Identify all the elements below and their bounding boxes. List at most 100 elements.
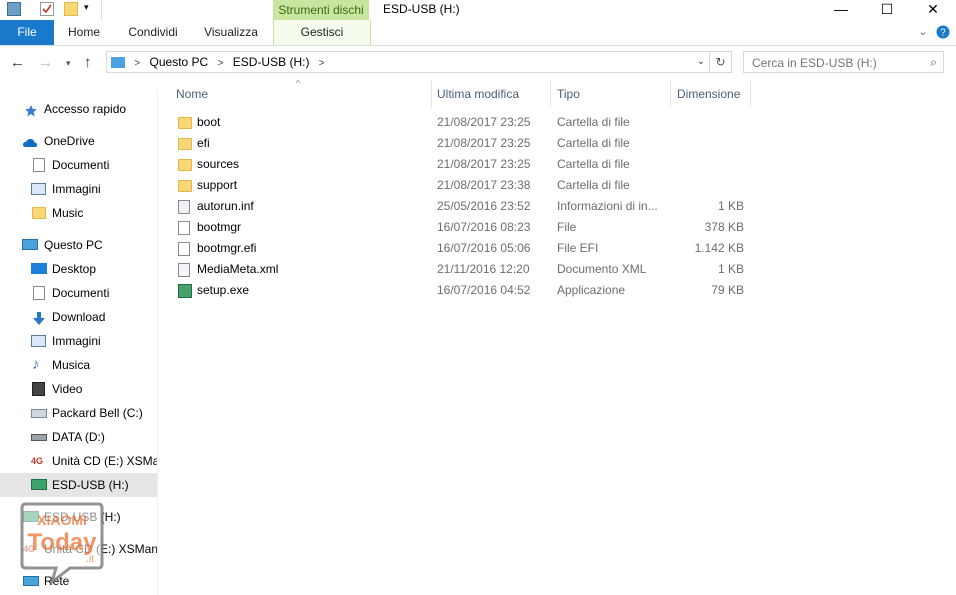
file-modified: 16/07/2016 04:52 — [437, 283, 531, 297]
file-size: 1 KB — [717, 199, 744, 213]
file-modified: 21/08/2017 23:25 — [437, 136, 531, 150]
folder-icon — [32, 207, 46, 219]
star-icon — [24, 102, 38, 117]
column-header-size[interactable]: Dimensione — [671, 80, 751, 108]
xml-file-icon — [178, 263, 190, 277]
file-type: File EFI — [557, 241, 599, 255]
tab-condividi[interactable]: Condividi — [120, 20, 186, 45]
watermark-text-3: .it — [86, 554, 94, 565]
file-modified: 21/08/2017 23:25 — [437, 157, 531, 171]
refresh-button[interactable]: ↻ — [710, 51, 732, 73]
nav-item-quick-access[interactable]: Accesso rapido — [0, 97, 157, 121]
file-row[interactable]: bootmgr.efi 16/07/2016 05:06 File EFI 1.142… — [170, 238, 760, 259]
close-button[interactable]: ✕ — [910, 0, 956, 20]
file-name: efi — [197, 136, 210, 150]
file-modified: 25/05/2016 23:52 — [437, 199, 531, 213]
file-modified: 21/11/2016 12:20 — [437, 262, 530, 276]
search-input[interactable] — [744, 52, 929, 74]
file-row[interactable]: efi 21/08/2017 23:25 Cartella di file — [170, 133, 760, 154]
file-row[interactable]: setup.exe 16/07/2016 04:52 Applicazione 79 … — [170, 280, 760, 301]
address-dropdown-icon[interactable]: ⌄ — [697, 52, 705, 72]
back-arrow-icon[interactable]: ← — [10, 54, 25, 71]
up-arrow-icon[interactable]: ↑ — [84, 54, 92, 71]
file-modified: 21/08/2017 23:25 — [437, 115, 531, 129]
new-folder-icon[interactable] — [64, 2, 78, 16]
file-name: bootmgr.efi — [197, 241, 257, 255]
expand-ribbon-icon[interactable]: ⌄ — [914, 20, 932, 45]
search-box[interactable]: ⌕ — [743, 51, 944, 74]
nav-item-desktop[interactable]: Desktop — [0, 257, 157, 281]
ribbon-tab-bar: File Home Condividi Visualizza Gestisci … — [0, 20, 956, 46]
file-row[interactable]: autorun.inf 25/05/2016 23:52 Informazioni … — [170, 196, 760, 217]
system-drive-icon — [31, 409, 47, 418]
nav-item-onedrive[interactable]: OneDrive — [0, 129, 157, 153]
nav-item-musica[interactable]: ♪ Musica — [0, 353, 157, 377]
breadcrumb-separator-icon[interactable]: > — [134, 58, 140, 69]
watermark-text-2: Today — [28, 529, 98, 556]
file-icon — [178, 221, 190, 235]
breadcrumb-separator-icon[interactable]: > — [319, 58, 325, 69]
file-type: Applicazione — [557, 283, 626, 297]
settings-file-icon — [178, 200, 190, 214]
document-icon — [33, 286, 45, 300]
folder-icon — [178, 159, 192, 171]
column-header-name[interactable]: Nome — [170, 80, 432, 108]
hard-drive-icon — [31, 434, 47, 441]
file-name: autorun.inf — [197, 199, 254, 213]
nav-item-documenti[interactable]: Documenti — [0, 153, 157, 177]
nav-item-download[interactable]: Download — [0, 305, 157, 329]
nav-item-video[interactable]: Video — [0, 377, 157, 401]
file-row[interactable]: boot 21/08/2017 23:25 Cartella di file — [170, 112, 760, 133]
properties-icon[interactable] — [40, 2, 54, 16]
file-type: Cartella di file — [557, 115, 630, 129]
folder-icon — [178, 180, 192, 192]
context-tab-group-label: Strumenti dischi — [273, 0, 369, 20]
tab-visualizza[interactable]: Visualizza — [196, 20, 266, 45]
file-row[interactable]: bootmgr 16/07/2016 08:23 File 378 KB — [170, 217, 760, 238]
file-name: support — [197, 178, 238, 192]
nav-item-drive-e[interactable]: 4G Unità CD (E:) XSMar — [0, 449, 157, 473]
help-icon[interactable]: ? — [934, 19, 952, 44]
music-note-icon: ♪ — [32, 356, 40, 373]
minimize-button[interactable]: — — [818, 0, 864, 20]
nav-item-drive-c[interactable]: Packard Bell (C:) — [0, 401, 157, 425]
svg-text:?: ? — [940, 28, 946, 39]
maximize-button[interactable]: ☐ — [864, 0, 910, 20]
tab-file[interactable]: File — [0, 20, 54, 45]
file-modified: 16/07/2016 08:23 — [437, 220, 531, 234]
this-pc-icon — [111, 57, 125, 69]
forward-arrow-icon[interactable]: → — [38, 54, 53, 71]
nav-item-this-pc[interactable]: Questo PC — [0, 233, 157, 257]
folder-icon — [178, 117, 192, 129]
setup-icon — [178, 284, 192, 298]
breadcrumb-esd-usb[interactable]: ESD-USB (H:) — [233, 55, 310, 69]
tab-home[interactable]: Home — [56, 20, 112, 45]
breadcrumb: > Questo PC > ESD-USB (H:) > — [111, 52, 331, 72]
nav-item-immagini[interactable]: Immagini — [0, 177, 157, 201]
breadcrumb-this-pc[interactable]: Questo PC — [150, 55, 209, 69]
file-row[interactable]: MediaMeta.xml 21/11/2016 12:20 Documento X… — [170, 259, 760, 280]
pictures-icon — [31, 335, 46, 347]
file-size: 378 KB — [704, 220, 744, 234]
tab-gestisci[interactable]: Gestisci — [273, 20, 371, 45]
customize-toolbar-icon[interactable]: ▾ — [84, 0, 98, 14]
file-list: ^ Nome Ultima modifica Tipo Dimensione b… — [158, 78, 956, 595]
file-type: Cartella di file — [557, 136, 630, 150]
file-row[interactable]: support 21/08/2017 23:38 Cartella di file — [170, 175, 760, 196]
download-arrow-icon — [31, 310, 47, 325]
recent-locations-chevron-icon[interactable]: ▾ — [66, 58, 71, 69]
nav-item-drive-d[interactable]: DATA (D:) — [0, 425, 157, 449]
breadcrumb-separator-icon[interactable]: > — [218, 58, 224, 69]
column-header-type[interactable]: Tipo — [551, 80, 671, 108]
nav-item-documenti-pc[interactable]: Documenti — [0, 281, 157, 305]
nav-item-music[interactable]: Music — [0, 201, 157, 225]
column-header-modified[interactable]: Ultima modifica — [431, 80, 551, 108]
search-icon[interactable]: ⌕ — [930, 52, 937, 72]
file-type: Documento XML — [557, 262, 647, 276]
navigation-row: ← → ▾ ↑ > Questo PC > ESD-USB (H:) > ⌄ ↻… — [0, 46, 956, 80]
file-row[interactable]: sources 21/08/2017 23:25 Cartella di file — [170, 154, 760, 175]
explorer-app-icon[interactable] — [7, 2, 21, 16]
watermark-logo: XIAOMI Today .it — [12, 490, 112, 590]
nav-item-immagini-pc[interactable]: Immagini — [0, 329, 157, 353]
address-bar[interactable]: > Questo PC > ESD-USB (H:) > ⌄ — [106, 51, 710, 73]
